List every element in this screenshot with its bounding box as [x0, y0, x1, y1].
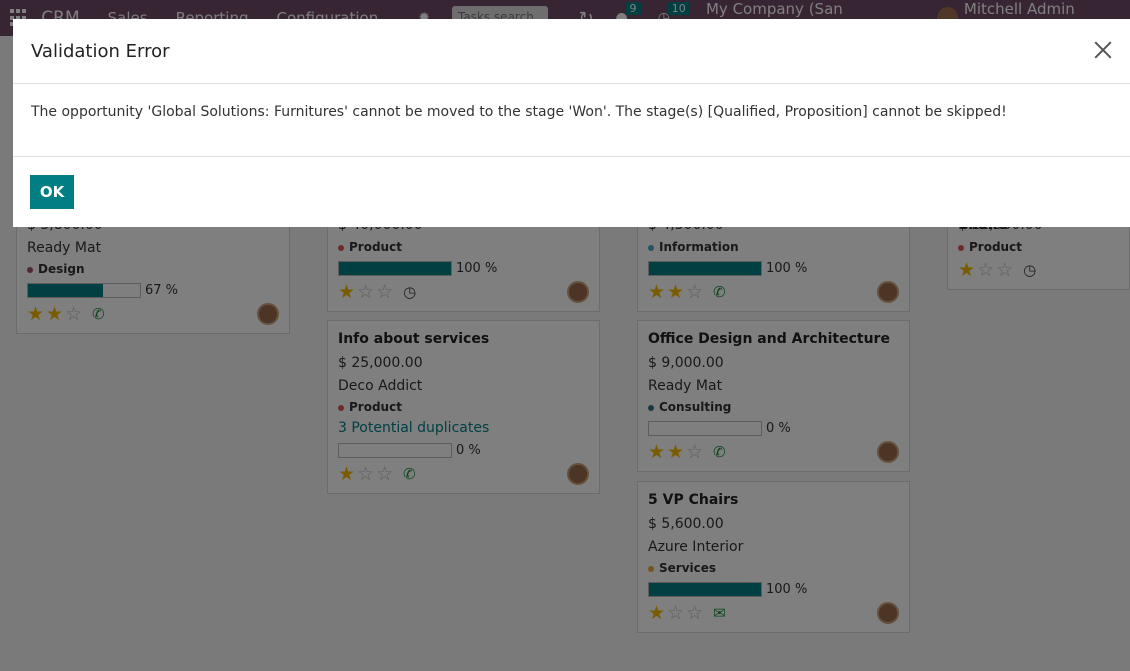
dialog-header: Validation Error — [13, 19, 1130, 84]
dialog-body: The opportunity 'Global Solutions: Furni… — [13, 84, 1130, 157]
dialog-message: The opportunity 'Global Solutions: Furni… — [31, 104, 1007, 120]
dialog-footer: OK — [13, 157, 1130, 227]
validation-error-dialog: Validation Error The opportunity 'Global… — [13, 19, 1130, 227]
close-icon[interactable] — [1092, 39, 1114, 61]
ok-button[interactable]: OK — [30, 175, 74, 209]
dialog-title: Validation Error — [31, 40, 170, 62]
